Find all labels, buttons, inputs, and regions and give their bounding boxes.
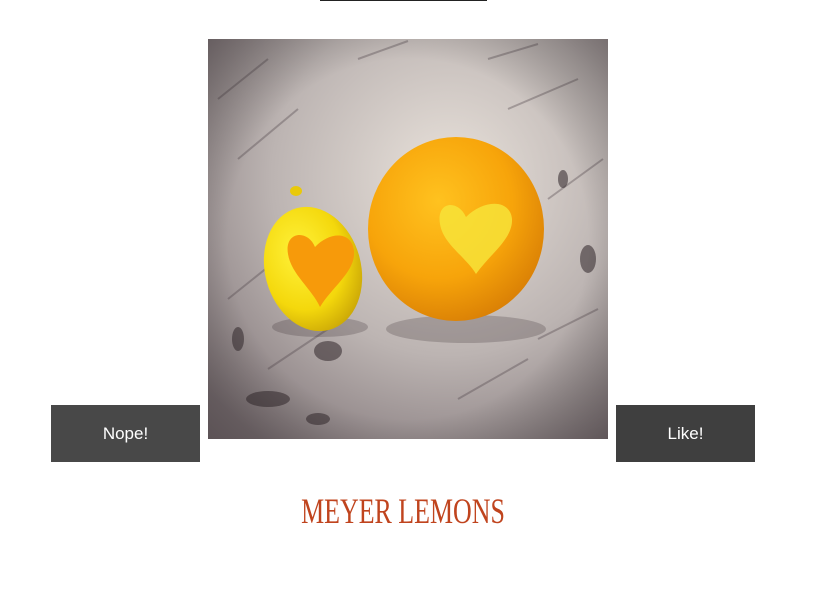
nope-button[interactable]: Nope! <box>51 405 200 462</box>
like-button[interactable]: Like! <box>616 405 755 462</box>
top-divider <box>320 0 487 1</box>
item-photo <box>208 39 608 439</box>
item-title: MEYER LEMONS <box>301 491 505 531</box>
voting-page: Nope! Like! MEYER LEMONS <box>0 0 830 607</box>
